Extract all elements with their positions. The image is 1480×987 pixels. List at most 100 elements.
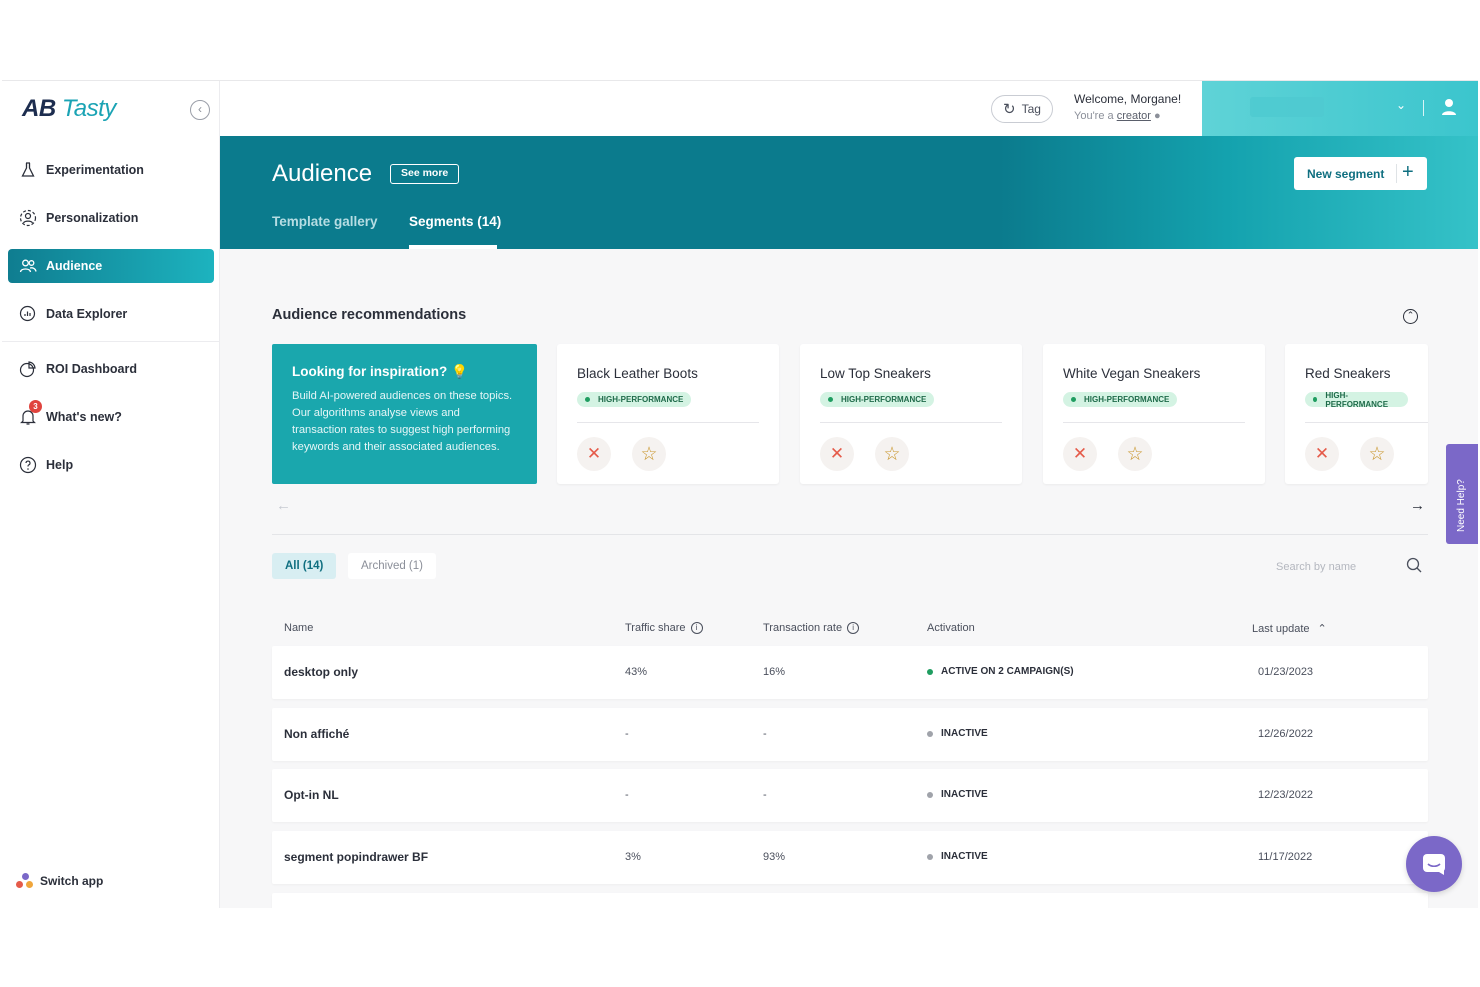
pie-chart-icon xyxy=(18,359,38,379)
table-row[interactable]: Opt-in NL - - INACTIVE 12/23/2022 xyxy=(272,769,1428,822)
chevron-down-icon[interactable]: ⌄ xyxy=(1396,98,1406,112)
filter-all[interactable]: All (14) xyxy=(272,553,337,579)
sidebar-item-help[interactable]: Help xyxy=(8,448,214,482)
dismiss-icon[interactable]: ✕ xyxy=(1063,437,1097,471)
sidebar-item-label: Experimentation xyxy=(46,163,144,177)
dismiss-icon[interactable]: ✕ xyxy=(820,437,854,471)
sidebar-item-label: ROI Dashboard xyxy=(46,362,137,376)
last-update: 12/26/2022 xyxy=(1258,728,1314,740)
card-title: Red Sneakers xyxy=(1305,366,1391,381)
sidebar-item-personalization[interactable]: Personalization xyxy=(8,201,214,235)
refresh-icon: ↻ xyxy=(1003,101,1016,118)
segment-name: Non affiché xyxy=(284,727,350,741)
account-switcher[interactable]: ⌄ xyxy=(1202,81,1478,136)
recommendation-card[interactable]: Red Sneakers HIGH-PERFORMANCE ✕ ☆ xyxy=(1285,344,1428,484)
high-performance-badge: HIGH-PERFORMANCE xyxy=(1063,392,1178,407)
column-header-activation[interactable]: Activation xyxy=(927,622,975,634)
transaction-rate: - xyxy=(763,789,767,801)
table-row-partial[interactable] xyxy=(272,893,1428,908)
sidebar-item-audience[interactable]: Audience xyxy=(8,249,214,283)
info-icon: i xyxy=(847,622,860,634)
column-header-transaction-rate[interactable]: Transaction rate i xyxy=(763,622,860,634)
arrow-right-icon[interactable]: → xyxy=(1410,497,1425,514)
page-title: Audience xyxy=(272,160,373,187)
role-prefix: You're a xyxy=(1074,110,1114,122)
transaction-rate: 93% xyxy=(763,851,786,863)
column-header-name[interactable]: Name xyxy=(284,622,313,634)
need-help-tab[interactable]: Need Help? xyxy=(1446,444,1478,544)
sidebar-item-label: Audience xyxy=(46,259,103,273)
button-divider xyxy=(1396,164,1397,183)
sidebar-nav-main: Experimentation Personalization Audience… xyxy=(8,153,214,345)
inspiration-text: Build AI-powered audiences on these topi… xyxy=(292,390,513,453)
section-divider xyxy=(272,534,1428,535)
sidebar-item-label: Personalization xyxy=(46,211,139,225)
star-icon[interactable]: ☆ xyxy=(1360,437,1394,471)
app-window: AB Tasty ‹ Experimentation Personalizati… xyxy=(2,80,1478,908)
role-link[interactable]: creator xyxy=(1117,110,1151,122)
traffic-share: - xyxy=(625,728,629,740)
column-header-last-update[interactable]: Last update ⌃ xyxy=(1252,622,1327,636)
question-circle-icon xyxy=(18,455,38,475)
topbar: ↻ Tag Welcome, Morgane! You're a creator… xyxy=(220,81,1478,136)
activation-status: INACTIVE xyxy=(927,728,988,739)
last-update: 12/23/2022 xyxy=(1258,789,1314,801)
recommendation-card[interactable]: Low Top Sneakers HIGH-PERFORMANCE ✕ ☆ xyxy=(800,344,1022,484)
sidebar-item-roi-dashboard[interactable]: ROI Dashboard xyxy=(8,352,214,386)
switch-app-button[interactable]: Switch app xyxy=(16,873,103,889)
segment-name: Opt-in NL xyxy=(284,788,339,802)
arrow-left-icon[interactable]: ← xyxy=(276,497,291,514)
last-update: 01/23/2023 xyxy=(1258,666,1314,678)
activation-status: INACTIVE xyxy=(927,851,988,862)
activation-status: INACTIVE xyxy=(927,789,988,800)
tag-button[interactable]: ↻ Tag xyxy=(991,95,1053,123)
sidebar-item-experimentation[interactable]: Experimentation xyxy=(8,153,214,187)
apps-dots-icon xyxy=(16,873,34,889)
segment-name: desktop only xyxy=(284,665,359,679)
star-icon[interactable]: ☆ xyxy=(875,437,909,471)
high-performance-badge: HIGH-PERFORMANCE xyxy=(577,392,692,407)
tab-template-gallery[interactable]: Template gallery xyxy=(272,214,378,229)
new-segment-button[interactable]: New segment + xyxy=(1294,157,1427,190)
sidebar-item-whats-new[interactable]: 3 What's new? xyxy=(8,400,214,434)
high-performance-badge: HIGH-PERFORMANCE xyxy=(1305,391,1408,409)
filter-archived[interactable]: Archived (1) xyxy=(348,553,436,579)
dismiss-icon[interactable]: ✕ xyxy=(1305,437,1339,471)
search-icon[interactable] xyxy=(1406,557,1422,573)
card-title: Low Top Sneakers xyxy=(820,366,931,381)
user-profile-icon[interactable] xyxy=(1440,97,1460,119)
need-help-label: Need Help? xyxy=(1456,479,1467,532)
welcome-text: Welcome, Morgane! xyxy=(1074,92,1182,106)
see-more-button[interactable]: See more xyxy=(390,164,460,184)
account-name-redacted xyxy=(1250,97,1324,117)
star-icon[interactable]: ☆ xyxy=(632,437,666,471)
logo-tasty: Tasty xyxy=(61,95,116,122)
search-input[interactable]: Search by name xyxy=(1276,561,1356,573)
collapse-sidebar-icon[interactable]: ‹ xyxy=(190,100,210,120)
notification-badge: 3 xyxy=(29,400,42,413)
lightbulb-icon: 💡 xyxy=(451,364,468,379)
welcome-message: Welcome, Morgane! You're a creator ● xyxy=(1074,92,1181,122)
table-row[interactable]: desktop only 43% 16% ACTIVE ON 2 CAMPAIG… xyxy=(272,646,1428,699)
tab-segments[interactable]: Segments (14) xyxy=(409,214,501,229)
chat-icon[interactable] xyxy=(1406,836,1462,892)
sidebar-item-data-explorer[interactable]: Data Explorer xyxy=(8,297,214,331)
active-tab-indicator xyxy=(409,245,497,249)
sidebar-nav-secondary: ROI Dashboard 3 What's new? Help xyxy=(8,352,214,496)
ab-tasty-logo[interactable]: AB Tasty xyxy=(22,95,116,123)
table-row[interactable]: Non affiché - - INACTIVE 12/26/2022 xyxy=(272,708,1428,761)
traffic-share: 3% xyxy=(625,851,641,863)
activation-status: ACTIVE ON 2 CAMPAIGN(S) xyxy=(927,666,1074,677)
recommendation-card[interactable]: White Vegan Sneakers HIGH-PERFORMANCE ✕ … xyxy=(1043,344,1265,484)
sidebar: AB Tasty ‹ Experimentation Personalizati… xyxy=(2,81,220,908)
star-icon[interactable]: ☆ xyxy=(1118,437,1152,471)
table-row[interactable]: segment popindrawer BF 3% 93% INACTIVE 1… xyxy=(272,831,1428,884)
card-title: Black Leather Boots xyxy=(577,366,698,381)
dismiss-icon[interactable]: ✕ xyxy=(577,437,611,471)
column-header-traffic-share[interactable]: Traffic share i xyxy=(625,622,703,634)
collapse-recommendations-icon[interactable]: ⌃ xyxy=(1403,309,1418,324)
inspiration-card: Looking for inspiration? 💡 Build AI-powe… xyxy=(272,344,537,484)
sidebar-item-label: What's new? xyxy=(46,410,122,424)
recommendation-card[interactable]: Black Leather Boots HIGH-PERFORMANCE ✕ ☆ xyxy=(557,344,779,484)
switch-app-label: Switch app xyxy=(40,874,104,888)
